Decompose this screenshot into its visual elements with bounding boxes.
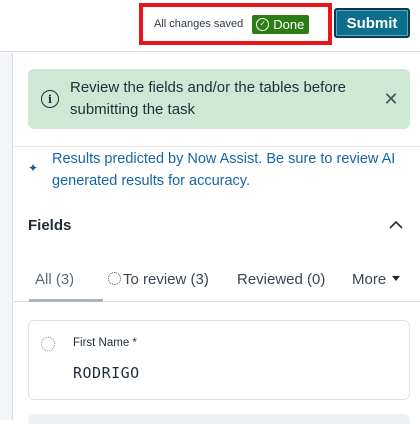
field-value[interactable]: RODRIGO (73, 364, 140, 382)
review-status-icon (41, 337, 55, 351)
tab-to-review-label: To review (3) (123, 271, 209, 288)
tab-all[interactable]: All (3) (35, 271, 74, 288)
dotted-circle-icon (108, 272, 121, 285)
field-card-first-name[interactable]: First Name * RODRIGO (28, 320, 410, 400)
ai-notice-line-2[interactable]: generated results for accuracy. (52, 170, 420, 192)
fields-title: Fields (28, 217, 72, 234)
left-gutter (0, 53, 13, 420)
sparkle-icon: ✦ (28, 161, 39, 175)
divider (14, 146, 420, 147)
fields-header: Fields (28, 217, 410, 237)
review-alert: i Review the fields and/or the tables be… (28, 69, 410, 129)
active-tab-indicator (29, 299, 103, 302)
close-icon[interactable]: ✕ (380, 88, 402, 110)
save-status-text: All changes saved (154, 18, 244, 30)
done-badge-label: Done (273, 16, 305, 32)
ai-notice-line-1[interactable]: Results predicted by Now Assist. Be sure… (52, 148, 420, 170)
fields-tabs: All (3) To review (3) Reviewed (0) More (14, 262, 420, 302)
tab-more[interactable]: More (352, 271, 401, 288)
alert-message: Review the fields and/or the tables befo… (70, 79, 346, 118)
tab-reviewed[interactable]: Reviewed (0) (237, 271, 325, 288)
submit-button[interactable]: Submit (334, 8, 410, 38)
next-field-card (28, 414, 410, 424)
tab-to-review[interactable]: To review (3) (108, 271, 209, 288)
save-status-indicator: All changes saved ✓ Done (139, 3, 332, 45)
field-label: First Name * (73, 337, 137, 349)
info-icon: i (41, 90, 59, 108)
tab-more-label: More (352, 271, 387, 288)
check-circle-icon: ✓ (256, 17, 270, 31)
chevron-up-icon[interactable] (388, 217, 404, 233)
caret-down-icon (392, 276, 401, 281)
top-bar: All changes saved ✓ Done Submit (0, 0, 420, 52)
ai-notice-text[interactable]: Results predicted by Now Assist. Be sure… (52, 148, 420, 192)
done-badge: ✓ Done (252, 14, 310, 34)
